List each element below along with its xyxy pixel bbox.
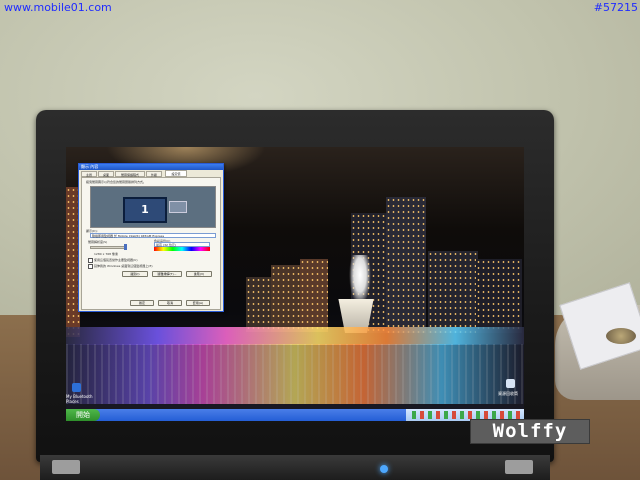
building [246, 277, 272, 332]
cancel-button[interactable]: 取消 [158, 300, 182, 306]
recycle-bin-icon[interactable] [506, 379, 515, 388]
troubleshoot-button[interactable]: 疑難排解(T)... [152, 271, 182, 277]
desktop-icon-label: 資源回收筒 [498, 391, 518, 396]
monitor-arrangement: 1 [90, 186, 216, 228]
extend-desktop-label: 延伸我的 Windows 桌面到這個監視器上(E) [94, 264, 153, 268]
primary-monitor-checkbox[interactable] [88, 258, 93, 263]
power-led-icon [380, 465, 388, 473]
river-reflection [66, 344, 524, 404]
arrange-hint: 拖曳螢幕圖示以符合您的螢幕實體排列方式。 [86, 180, 147, 184]
primary-monitor-label: 使用這個裝置當作主要監視器(U) [94, 258, 138, 262]
color-palette-preview [154, 247, 210, 251]
apply-button[interactable]: 套用(A) [186, 300, 210, 306]
laptop-hinge [40, 455, 550, 480]
tray-icons[interactable] [412, 411, 520, 419]
extend-desktop-checkbox[interactable] [88, 264, 93, 269]
ok-button[interactable]: 確定 [130, 300, 154, 306]
resolution-label: 螢幕解析度(S) [88, 240, 108, 244]
start-button[interactable]: 開始 [66, 409, 100, 421]
building [386, 197, 426, 333]
building [476, 259, 522, 333]
building [428, 251, 478, 333]
laptop-screen: My Bluetooth Places 資源回收筒 開始 顯示 內容 主題 桌面… [66, 147, 524, 421]
building [271, 265, 301, 332]
dialog-title: 顯示 內容 [79, 164, 223, 170]
bluetooth-icon[interactable] [72, 383, 81, 392]
post-id-watermark: #57215 [593, 1, 638, 14]
hinge-left [52, 460, 80, 474]
author-badge: Wolffy [470, 419, 590, 444]
resolution-slider-thumb[interactable] [124, 244, 127, 250]
display-select[interactable]: 隨插即用監視器 於 Mobile Intel(R) 945GM Express [90, 233, 216, 238]
resolution-value: 1280 x 768 像素 [94, 252, 118, 256]
resolution-slider[interactable] [90, 246, 126, 249]
shoreline-lights [66, 327, 524, 345]
desktop-icon-label: My Bluetooth Places [66, 394, 93, 404]
building [300, 259, 328, 332]
monitor-1-icon[interactable]: 1 [123, 197, 167, 223]
dialog-body: 拖曳螢幕圖示以符合您的螢幕實體排列方式。 1 顯示(D): 隨插即用監視器 於 … [81, 177, 221, 310]
site-watermark: www.mobile01.com [4, 1, 112, 14]
hinge-right [505, 460, 533, 474]
identify-button[interactable]: 識別(I) [122, 271, 148, 277]
package-picture [606, 328, 636, 344]
advanced-button[interactable]: 進階(V) [186, 271, 212, 277]
display-properties-dialog: 顯示 內容 主題 桌面 螢幕保護程式 外觀 設定值 拖曳螢幕圖示以符合您的螢幕實… [78, 163, 224, 312]
monitor-2-icon[interactable] [169, 201, 187, 213]
tab-settings[interactable]: 設定值 [165, 170, 187, 177]
statue [349, 255, 371, 305]
